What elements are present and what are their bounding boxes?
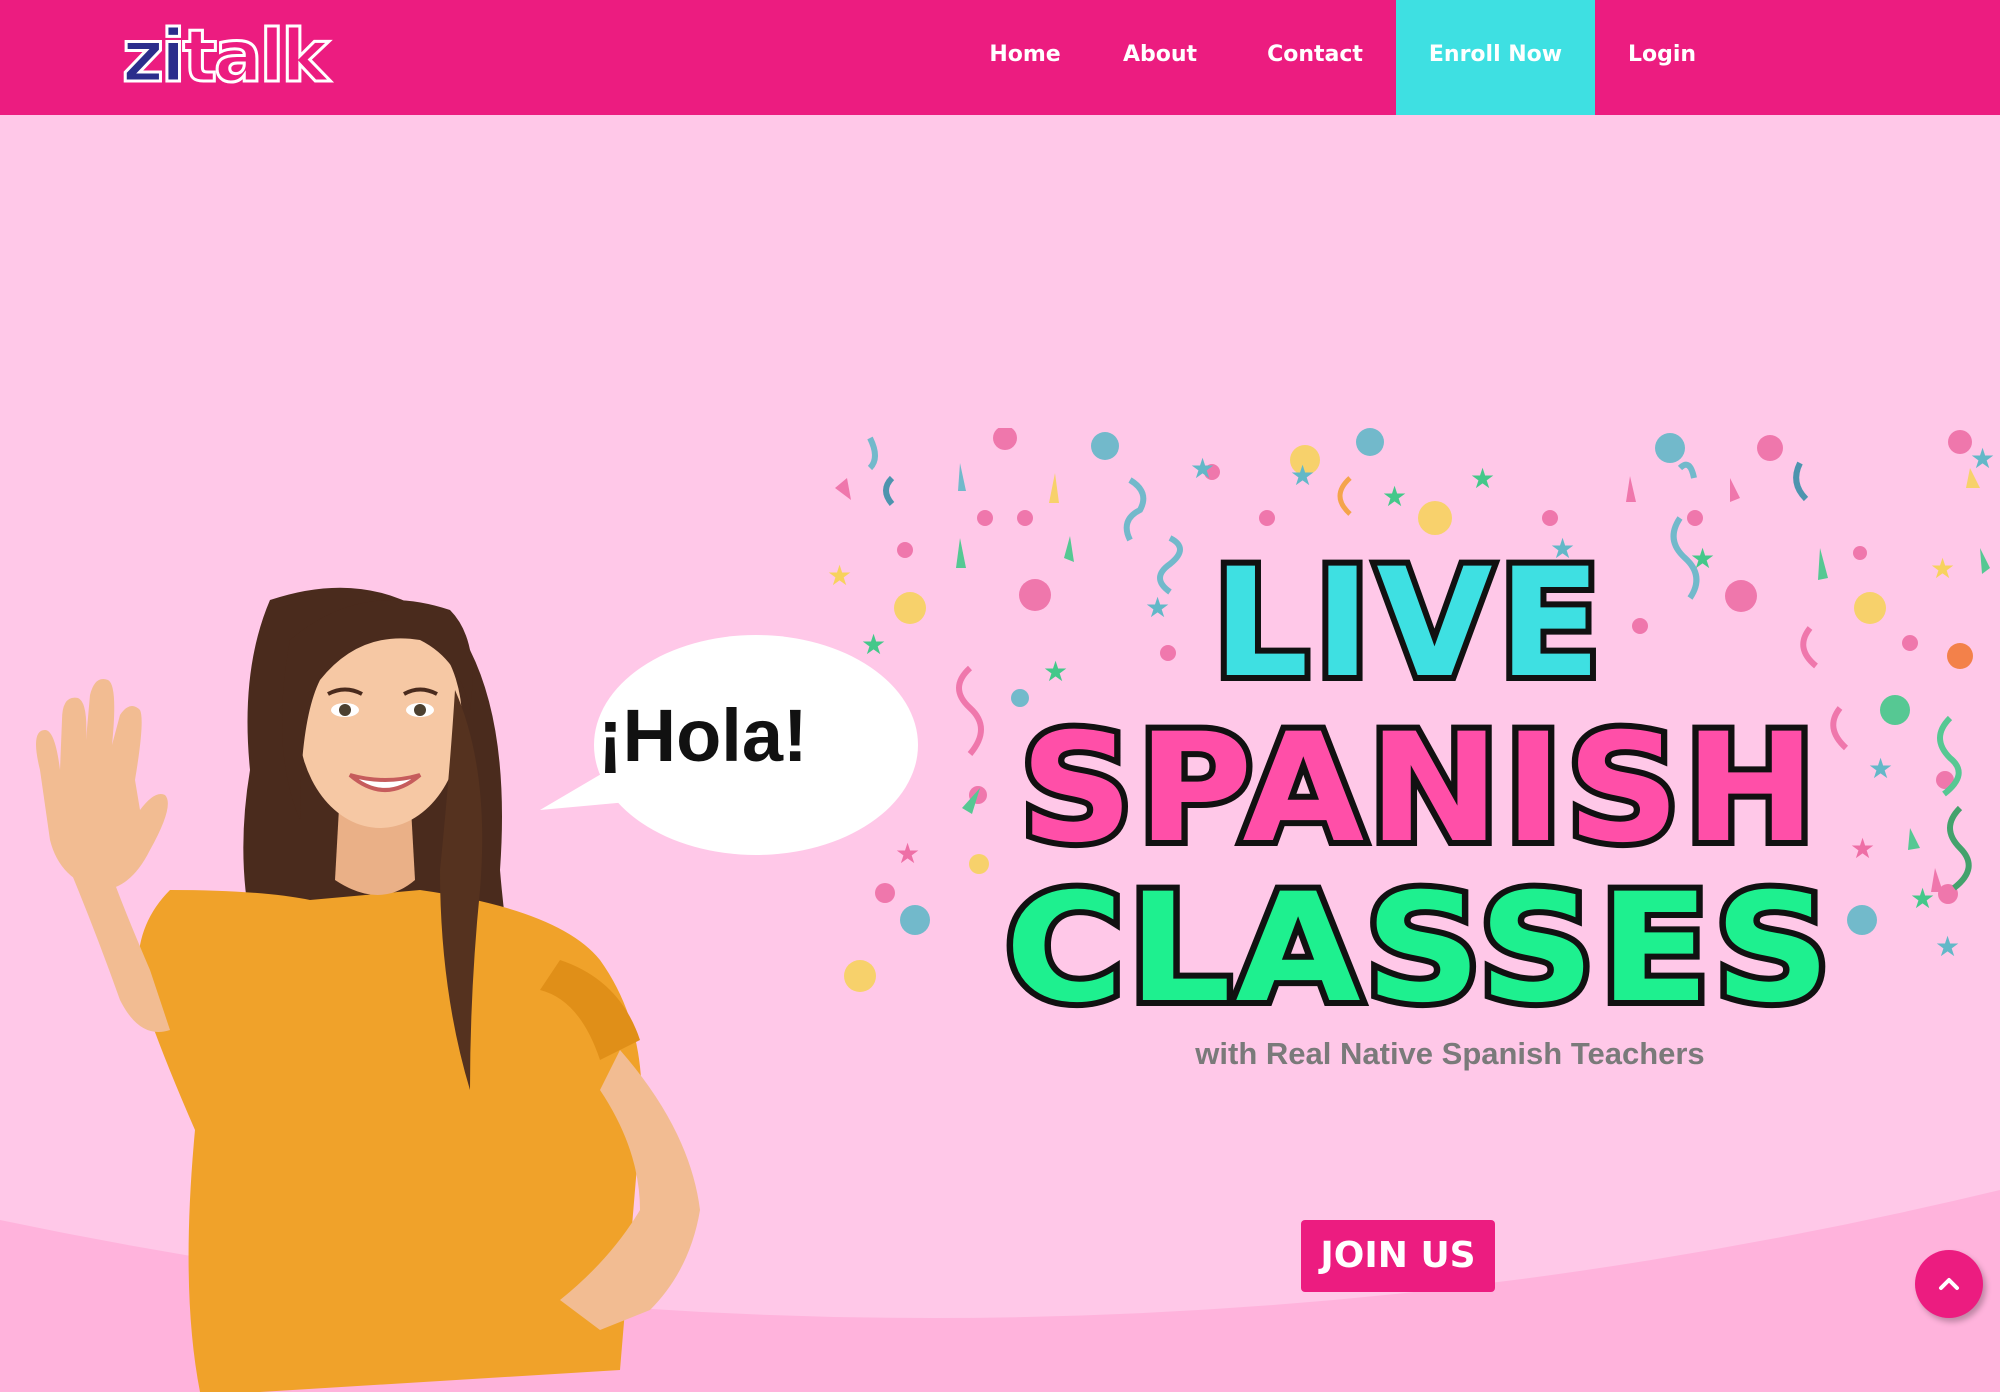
nav-login-link[interactable]: Login — [1612, 0, 1712, 115]
svg-text:★: ★ — [827, 559, 852, 592]
svg-text:★: ★ — [1868, 752, 1893, 785]
svg-text:★: ★ — [1850, 832, 1875, 865]
nav-contact-link[interactable]: Contact — [1260, 0, 1370, 115]
zitalk-logo[interactable]: zitalk — [121, 17, 331, 96]
top-navbar: zitalk Home About Contact Enroll Now Log… — [0, 0, 2000, 115]
nav-enroll-now-button[interactable]: Enroll Now — [1396, 0, 1595, 115]
title-line-live: LIVE — [1213, 537, 1607, 711]
svg-text:★: ★ — [1190, 452, 1215, 485]
svg-text:★: ★ — [1930, 552, 1955, 585]
live-spanish-classes-title: LIVE SPANISH CLASSES — [999, 535, 1837, 1015]
title-line-spanish: SPANISH — [1020, 702, 1820, 876]
join-us-button[interactable]: JOIN US — [1301, 1220, 1495, 1292]
hola-greeting: ¡Hola! — [598, 694, 808, 777]
svg-text:★: ★ — [1910, 882, 1935, 915]
svg-text:★: ★ — [1935, 930, 1960, 963]
chevron-up-icon — [1939, 1278, 1959, 1290]
svg-text:★: ★ — [1290, 459, 1315, 492]
svg-text:★: ★ — [1382, 480, 1407, 513]
back-to-top-button[interactable] — [1915, 1250, 1983, 1318]
svg-text:★: ★ — [1970, 442, 1995, 475]
nav-about-link[interactable]: About — [1110, 0, 1210, 115]
logo-talk: talk — [181, 14, 331, 98]
title-line-classes: CLASSES — [1005, 862, 1835, 1015]
hero-subtitle: with Real Native Spanish Teachers — [1195, 1036, 1705, 1071]
nav-home-link[interactable]: Home — [975, 0, 1075, 115]
logo-zi: zi — [121, 14, 188, 98]
svg-text:★: ★ — [1470, 462, 1495, 495]
